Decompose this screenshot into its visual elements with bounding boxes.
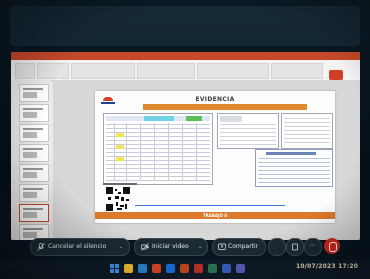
excel-icon[interactable] — [208, 264, 217, 273]
slide-thumbnail[interactable] — [19, 144, 49, 162]
more-icon: ⋯ — [309, 242, 315, 249]
video-camera-icon — [141, 243, 149, 251]
start-video-label: Iniciar video — [152, 243, 189, 250]
windows-start-icon[interactable] — [110, 264, 119, 273]
slide-banner — [143, 104, 307, 110]
share-screen-icon — [218, 243, 226, 250]
word-icon[interactable] — [222, 264, 231, 273]
qr-caption — [103, 183, 137, 185]
spreadsheet-screenshot — [103, 113, 213, 185]
chevron-down-icon[interactable]: ⌄ — [198, 239, 202, 255]
layout-button[interactable] — [268, 238, 286, 256]
chrome-icon[interactable] — [152, 264, 161, 273]
slide-thumbnail[interactable] — [19, 104, 49, 122]
current-slide: EVIDENCIA TRABAJO 8 — [95, 91, 335, 223]
teams-icon[interactable] — [236, 264, 245, 273]
document-screenshot — [255, 149, 333, 187]
pdf-icon[interactable] — [194, 264, 203, 273]
qr-code — [105, 186, 131, 212]
windows-taskbar: 10/07/2023 17:20 — [0, 260, 370, 279]
ribbon-paragraph-group[interactable] — [137, 63, 195, 79]
zoom-icon[interactable] — [166, 264, 175, 273]
slide-thumbnail-pane — [11, 80, 51, 240]
form-screenshot — [281, 113, 333, 149]
ribbon-slides-group[interactable] — [37, 63, 69, 79]
slide-title: EVIDENCIA — [195, 96, 235, 103]
ribbon-editing-group[interactable] — [271, 63, 323, 79]
ribbon-drawing-group[interactable] — [197, 63, 269, 79]
powerpoint-icon[interactable] — [180, 264, 189, 273]
meeting-top-area — [10, 6, 360, 46]
ribbon-font-group[interactable] — [71, 63, 135, 79]
more-options-button[interactable]: ⋯ — [304, 238, 322, 256]
ribbon-clipboard-group[interactable] — [15, 63, 35, 79]
powerpoint-ribbon — [11, 60, 360, 81]
hand-icon — [292, 243, 298, 251]
form-screenshot — [217, 113, 279, 149]
chevron-down-icon[interactable]: ⌄ — [119, 239, 123, 255]
end-call-icon — [329, 242, 337, 252]
slide-thumbnail[interactable] — [19, 184, 49, 202]
slide-thumbnail[interactable] — [19, 124, 49, 142]
browser-icon[interactable] — [138, 264, 147, 273]
ribbon-designer-button[interactable] — [329, 70, 343, 80]
microphone-icon — [37, 243, 45, 251]
raise-hand-button[interactable] — [286, 238, 304, 256]
slide-thumbnail-selected[interactable] — [19, 204, 49, 222]
taskbar-clock[interactable]: 10/07/2023 17:20 — [296, 263, 358, 270]
share-screen-button[interactable]: Compartir — [212, 238, 266, 256]
file-explorer-icon[interactable] — [124, 264, 133, 273]
start-video-button[interactable]: Iniciar video ⌄ — [134, 238, 208, 256]
slide-hyperlink[interactable] — [135, 205, 285, 206]
mute-button[interactable]: Cancelar el silencio ⌄ — [30, 238, 130, 256]
slide-thumbnail[interactable] — [19, 84, 49, 102]
powerpoint-title-bar — [11, 52, 360, 60]
slide-thumbnail[interactable] — [19, 164, 49, 182]
mute-button-label: Cancelar el silencio — [48, 243, 107, 250]
slide-footer-text: TRABAJO 8 — [202, 213, 228, 218]
meeting-controls-bar: Cancelar el silencio ⌄ Iniciar video ⌄ C… — [30, 238, 350, 258]
end-call-button[interactable] — [324, 238, 340, 254]
share-screen-label: Compartir — [228, 243, 259, 250]
slide-footer-bar: TRABAJO 8 — [95, 212, 335, 219]
